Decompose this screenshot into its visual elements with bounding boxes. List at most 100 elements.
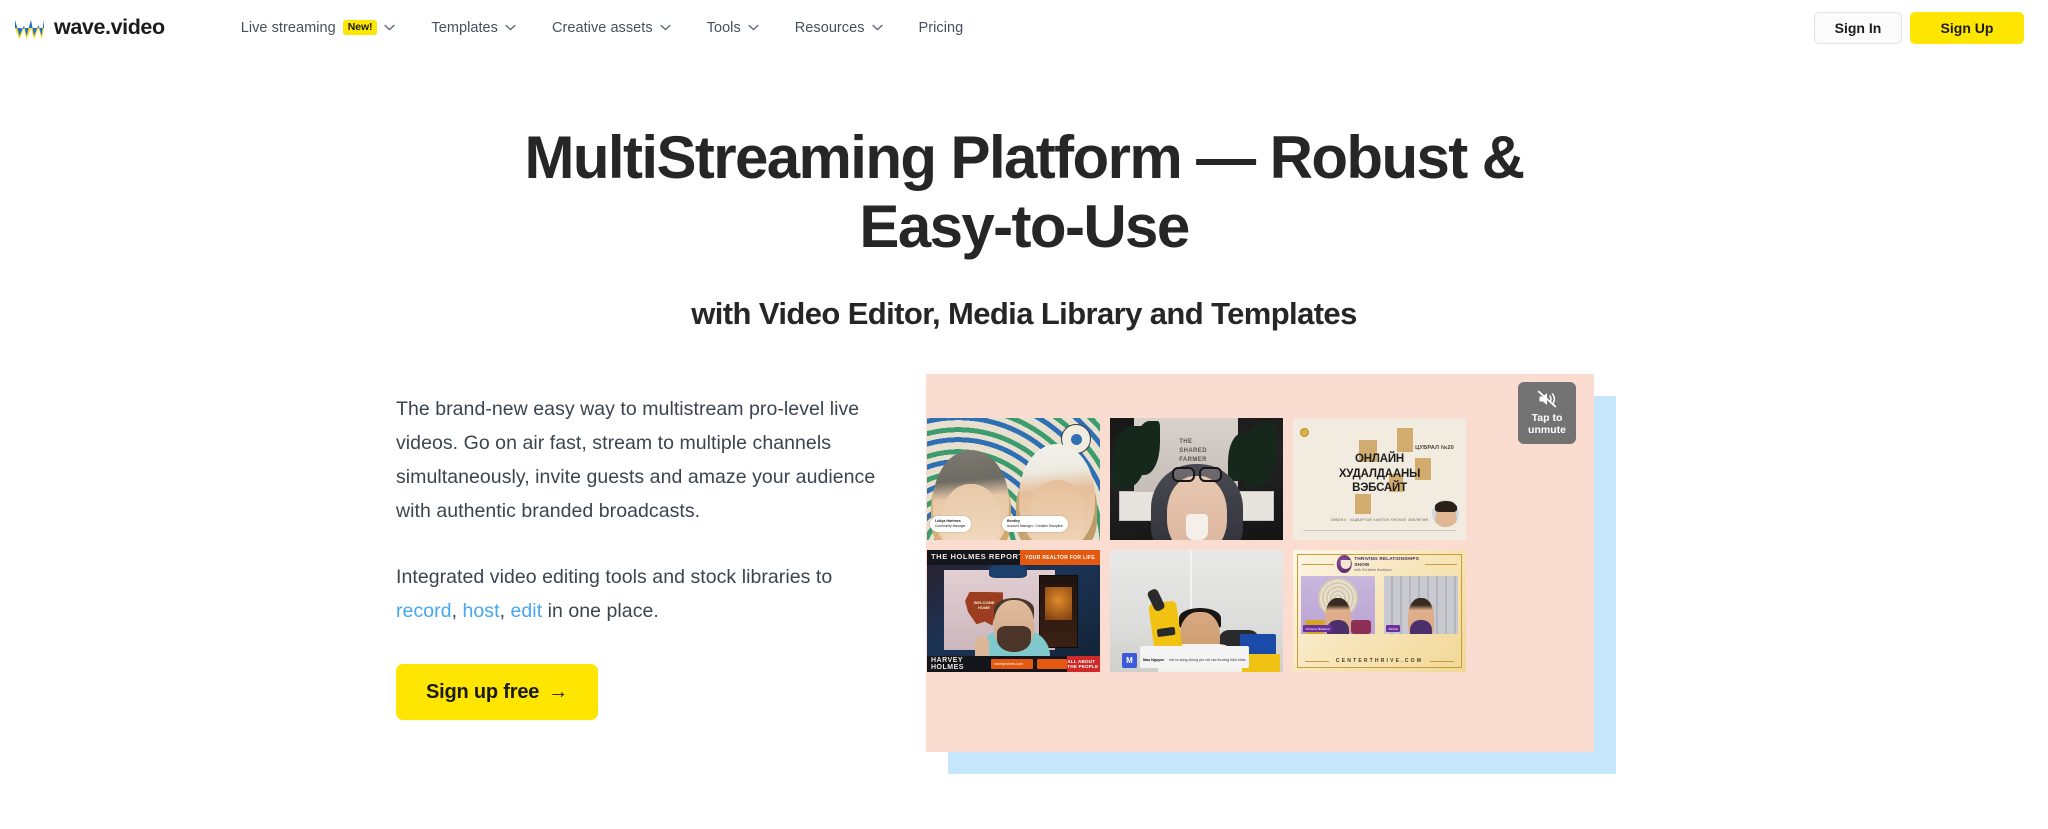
chat-bubble: Mau Nguyen mở ra dùng chung pin với các … (1140, 646, 1249, 669)
muted-speaker-icon (1537, 390, 1557, 408)
show-badge: ALL ABOUT THE PEOPLE (1067, 656, 1100, 673)
participant-name-tag: Bentley Account Manager / Creative Disci… (1002, 516, 1068, 533)
nav-label: Creative assets (551, 19, 653, 36)
slide-heading-line-1: ОНЛАЙН (1354, 453, 1404, 466)
chevron-down-icon (505, 24, 516, 31)
wave-logo-icon (15, 19, 44, 39)
header-actions: Sign In Sign Up (1814, 11, 2024, 44)
slide-heading-line-2: ХУДАЛДААНЫ (1338, 467, 1421, 480)
hero-body: The brand-new easy way to multistream pr… (374, 374, 1674, 775)
nav-item-live-streaming[interactable]: Live streaming New! (223, 0, 414, 55)
slide-dot-icon (1300, 428, 1309, 438)
guest-name: Michell (1388, 626, 1398, 631)
slide-heading: ОНЛАЙН ХУДАЛДААНЫ ВЭБСАЙТ (1338, 452, 1421, 495)
main-nav: Live streaming New! Templates Creative a… (223, 0, 981, 55)
tap-to-unmute-button[interactable]: Tap to unmute (1518, 382, 1576, 445)
nav-item-tools[interactable]: Tools (689, 0, 777, 55)
show-title: THE HOLMES REPORT (931, 552, 1024, 562)
hero-heading-block: MultiStreaming Platform — Robust & Easy-… (0, 55, 2048, 332)
divider (1303, 530, 1456, 532)
paragraph-2-suffix: in one place. (542, 600, 659, 623)
sign-up-free-button[interactable]: Sign up free → (396, 664, 598, 721)
guest-name: Christine Bartlanzi (1305, 626, 1330, 631)
decor-square (1397, 428, 1413, 453)
unmute-line-1: Tap to (1531, 412, 1563, 425)
chat-message: mở ra dùng chung pin với các thương hiệu… (1168, 658, 1246, 663)
decor-square (1355, 494, 1371, 515)
lower-third-bar: HARVEY HOLMES harveyholmes.com ALL ABOUT… (927, 656, 1100, 673)
chevron-down-icon (384, 24, 396, 31)
video-grid: Lidiya Hartmes Community Manager Bentley… (926, 418, 1594, 673)
link-edit[interactable]: edit (511, 600, 543, 622)
eyeglasses (1171, 466, 1222, 482)
nav-item-pricing[interactable]: Pricing (901, 0, 982, 55)
beard (996, 626, 1031, 653)
cup (1186, 514, 1209, 541)
wall-sign-text: THE SHARED FARMER (1179, 438, 1207, 463)
contact-chip-2 (1037, 659, 1068, 670)
divider (1425, 564, 1457, 566)
nav-label: Templates (431, 19, 498, 36)
presenter-camera-bubble (1432, 500, 1459, 528)
site-logo[interactable]: wave.video (14, 15, 165, 40)
nav-label: Tools (706, 19, 741, 36)
video-tile-woman-glasses[interactable]: THE SHARED FARMER (1110, 418, 1283, 541)
hero-media: Lidiya Hartmes Community Manager Bentley… (926, 374, 1616, 775)
page-subtitle: with Video Editor, Media Library and Tem… (691, 296, 1357, 331)
sign-in-button[interactable]: Sign In (1814, 11, 1902, 44)
unmute-line-2: unmute (1528, 424, 1566, 437)
participant-name: Bentley (1007, 519, 1020, 524)
new-badge: New! (342, 19, 378, 36)
show-logo-icon (1336, 555, 1352, 574)
hero-copy: The brand-new easy way to multistream pr… (396, 374, 896, 721)
guest-video-right: Michell (1384, 576, 1458, 635)
participant-name: Lidiya Hartmes (935, 519, 961, 524)
nav-item-creative-assets[interactable]: Creative assets (534, 0, 689, 55)
show-logo: THRIVING RELATIONSHIPS SHOW with Christi… (1336, 555, 1423, 574)
divider (1302, 564, 1334, 566)
video-tile-holmes-report[interactable]: WELCOME HOME THE HOLMES REPORT YOUR REAL… (927, 550, 1100, 673)
show-title-bar: THE HOLMES REPORT YOUR REALTOR FOR LIFE (927, 550, 1100, 566)
nav-label: Live streaming (240, 19, 336, 36)
video-tile-man-tool[interactable]: M Mau Nguyen mở ra dùng chung pin với cá… (1110, 550, 1283, 673)
hero-paragraph-1: The brand-new easy way to multistream pr… (396, 398, 876, 523)
chevron-down-icon (660, 24, 671, 31)
chat-author: Mau Nguyen (1143, 658, 1165, 663)
guest-name-tag: Michell (1386, 625, 1401, 633)
video-grid-panel: Lidiya Hartmes Community Manager Bentley… (926, 374, 1594, 753)
page-title: MultiStreaming Platform — Robust & Easy-… (524, 124, 1526, 260)
separator: , (499, 600, 511, 623)
participant-avatar (1408, 598, 1434, 635)
slide-heading-line-3: ВЭБСАЙТ (1352, 482, 1407, 495)
chevron-down-icon (871, 24, 883, 31)
participant-name-tag: Lidiya Hartmes Community Manager (930, 516, 971, 533)
guest-video-left: Christine Bartlanzi (1301, 576, 1375, 635)
link-host[interactable]: host (463, 600, 500, 622)
link-record[interactable]: record (396, 600, 452, 622)
nav-item-resources[interactable]: Resources (777, 0, 901, 55)
separator: , (451, 600, 463, 623)
slide-number: ЦУВРАЛ №20 (1415, 445, 1454, 452)
show-website: CENTERTHRIVE.COM (1335, 658, 1424, 665)
guest-name-tag: Christine Bartlanzi (1303, 625, 1333, 633)
show-logo-text: THRIVING RELATIONSHIPS SHOW with Christi… (1354, 556, 1422, 572)
video-tile-two-women[interactable]: Lidiya Hartmes Community Manager Bentley… (927, 418, 1100, 541)
pillow (1351, 620, 1371, 635)
contact-chip-1: harveyholmes.com (991, 659, 1034, 670)
show-host: with Christine Bartlanzi (1354, 568, 1392, 573)
video-tile-mongolian-slide[interactable]: ЦУВРАЛ №20 ОНЛАЙН ХУДАЛДААНЫ ВЭБСАЙТ ЗӨВ… (1293, 418, 1466, 541)
chat-overlay: M Mau Nguyen mở ra dùng chung pin với cá… (1122, 646, 1249, 669)
chevron-down-icon (748, 24, 759, 31)
lower-third-name: HARVEY HOLMES (931, 657, 964, 672)
paragraph-2-prefix: Integrated video editing tools and stock… (396, 566, 833, 589)
participant-role: Community Manager (935, 524, 966, 529)
logo-text: wave.video (54, 15, 165, 39)
show-title: THRIVING RELATIONSHIPS SHOW (1354, 556, 1419, 568)
nav-label: Resources (794, 19, 865, 36)
hero-paragraph-2: Integrated video editing tools and stock… (396, 560, 896, 628)
nav-item-templates[interactable]: Templates (413, 0, 534, 55)
participant-role: Account Manager / Creative Discipline (1007, 524, 1063, 529)
video-tile-thriving-relationships[interactable]: THRIVING RELATIONSHIPS SHOW with Christi… (1293, 550, 1466, 673)
sign-up-button[interactable]: Sign Up (1910, 11, 2024, 44)
nav-label: Pricing (918, 19, 964, 36)
